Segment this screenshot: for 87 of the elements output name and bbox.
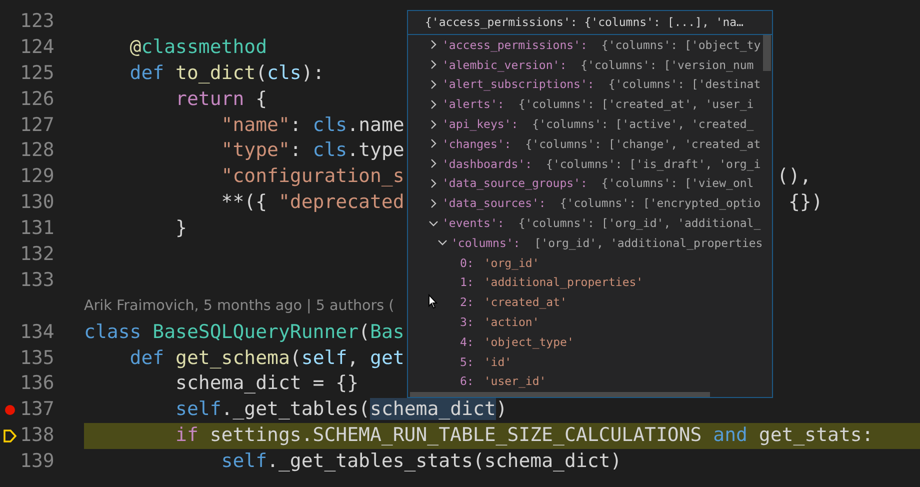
tree-key: 'changes': bbox=[442, 136, 512, 151]
tree-key: 'dashboards': bbox=[442, 156, 532, 171]
array-index: 5: bbox=[460, 354, 474, 369]
code-fragment: {}) bbox=[787, 190, 823, 216]
tree-key: 'data_source_groups': bbox=[442, 176, 588, 190]
code-fragment: (), bbox=[777, 164, 812, 190]
tree-value: {'columns': ['org_id', 'additional_ bbox=[518, 216, 761, 230]
line-number: 136 bbox=[20, 371, 54, 396]
chevron-right-icon[interactable] bbox=[428, 198, 438, 208]
tree-key: 'events': bbox=[442, 216, 504, 230]
tree-value: 'id' bbox=[484, 354, 512, 369]
array-index: 3: bbox=[460, 315, 474, 330]
tree-value: {'columns': ['active', 'created_ bbox=[532, 117, 754, 132]
line-number: 126 bbox=[20, 86, 54, 112]
tree-value: 'created_at' bbox=[484, 295, 567, 310]
scrollbar-thumb[interactable] bbox=[410, 392, 710, 397]
line-number: 139 bbox=[20, 449, 54, 474]
hover-summary: {'access_permissions': {'columns': [...], 'na… bbox=[408, 11, 772, 35]
chevron-down-icon[interactable] bbox=[438, 238, 446, 248]
tree-key: 'access_permissions': bbox=[442, 38, 588, 52]
line-number: 129 bbox=[20, 164, 54, 190]
code-line: "configuration_s bbox=[220, 164, 404, 190]
array-index: 1: bbox=[460, 275, 474, 290]
scrollbar-thumb[interactable] bbox=[763, 35, 771, 71]
tree-value: {'columns': ['object_ty bbox=[601, 38, 761, 52]
tree-value: 'action' bbox=[484, 315, 540, 330]
tree-value: {'columns': ['version_num bbox=[580, 58, 754, 72]
tree-value: 'additional_properties' bbox=[484, 275, 644, 290]
code-line: "type": cls.type bbox=[220, 138, 404, 164]
code-line: @classmethod bbox=[128, 34, 268, 60]
line-number: 131 bbox=[20, 216, 54, 242]
line-number: 128 bbox=[20, 138, 54, 164]
line-number: 135 bbox=[20, 346, 54, 371]
code-line: def to_dict(cls): bbox=[128, 60, 324, 86]
line-number: 137 bbox=[20, 397, 54, 422]
tree-key: 'data_sources': bbox=[442, 196, 546, 210]
code-line: self._get_tables_stats(schema_dict) bbox=[220, 449, 622, 474]
tree-value: {'columns': ['is_draft', 'org_i bbox=[546, 156, 761, 171]
line-number: 125 bbox=[20, 60, 54, 86]
mouse-pointer-icon bbox=[428, 294, 438, 309]
array-index: 4: bbox=[460, 334, 474, 349]
chevron-right-icon[interactable] bbox=[428, 80, 438, 89]
code-line: self._get_tables(schema_dict) bbox=[174, 397, 508, 422]
chevron-right-icon[interactable] bbox=[428, 100, 438, 109]
code-line: def get_schema(self, get bbox=[128, 346, 404, 371]
code-line: return { bbox=[174, 86, 268, 112]
tree-key: 'alerts': bbox=[442, 97, 504, 112]
tree-key: 'alembic_version': bbox=[442, 58, 567, 72]
tree-value: 'user_id' bbox=[484, 374, 546, 388]
tree-key: 'api_keys': bbox=[442, 117, 518, 132]
array-index: 6: bbox=[460, 374, 474, 388]
tree-value: {'columns': ['change', 'created_at bbox=[525, 136, 761, 151]
chevron-right-icon[interactable] bbox=[428, 159, 438, 168]
line-number: 130 bbox=[20, 190, 54, 216]
tree-value: {'columns': ['encrypted_optio bbox=[560, 196, 761, 210]
line-number: 127 bbox=[20, 112, 54, 138]
line-number: 138 bbox=[20, 423, 54, 448]
blame-annotation[interactable]: Arik Fraimovich, 5 months ago | 5 authors ( bbox=[84, 294, 394, 320]
tree-key: 'columns': bbox=[451, 236, 520, 250]
array-index: 2: bbox=[460, 295, 474, 310]
code-line: **({ "deprecated bbox=[220, 190, 404, 216]
code-line: schema_dict = {} bbox=[174, 371, 359, 396]
tree-key: 'alert_subscriptions': bbox=[442, 77, 594, 92]
chevron-right-icon[interactable] bbox=[428, 178, 438, 188]
code-line: } bbox=[174, 216, 187, 242]
word-highlight: schema_dict bbox=[370, 398, 496, 420]
tree-value: {'columns': ['view_onl bbox=[601, 176, 754, 190]
line-number: 132 bbox=[20, 242, 54, 268]
tree-value: 'object_type' bbox=[484, 334, 574, 349]
tree-value: 'org_id' bbox=[484, 256, 540, 270]
chevron-right-icon[interactable] bbox=[428, 120, 438, 129]
chevron-right-icon[interactable] bbox=[428, 40, 438, 50]
array-index: 0: bbox=[460, 256, 474, 270]
chevron-right-icon[interactable] bbox=[428, 139, 438, 148]
breakpoint-icon[interactable] bbox=[5, 405, 15, 416]
tree-value: ['org_id', 'additional_properties bbox=[534, 236, 763, 250]
code-line: "name": cls.name bbox=[220, 112, 404, 138]
code-line: if settings.SCHEMA_RUN_TABLE_SIZE_CALCULATIONS and get_stats: bbox=[174, 423, 874, 448]
tree-value: {'columns': ['destinat bbox=[608, 77, 761, 92]
chevron-right-icon[interactable] bbox=[428, 60, 438, 70]
line-number: 133 bbox=[20, 268, 54, 293]
code-line: class BaseSQLQueryRunner(Bas bbox=[84, 320, 404, 345]
tree-value: {'columns': ['created_at', 'user_i bbox=[518, 97, 754, 112]
chevron-down-icon[interactable] bbox=[428, 218, 438, 228]
line-number: 134 bbox=[20, 320, 54, 345]
line-number: 123 bbox=[20, 9, 54, 34]
line-number: 124 bbox=[20, 34, 54, 60]
